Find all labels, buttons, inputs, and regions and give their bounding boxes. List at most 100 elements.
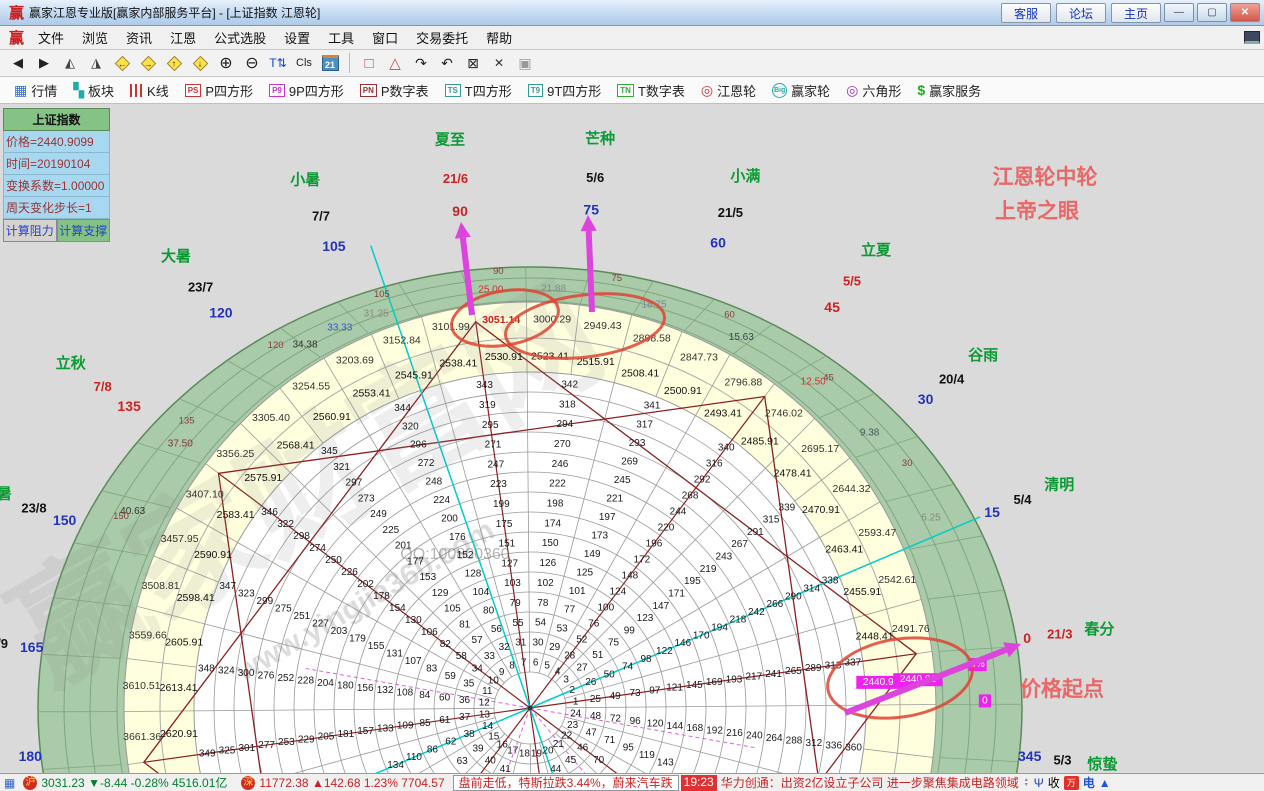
9p-square-label: 9P四方形 <box>289 81 344 100</box>
calendar-icon[interactable]: 21 <box>318 52 342 74</box>
center-cross-icon[interactable]: ✕ <box>487 52 511 74</box>
ticker-scroll-arrows[interactable]: ▴▾ <box>1025 778 1028 788</box>
maximize-button[interactable]: ▢ <box>1197 3 1227 22</box>
child-window-icon[interactable] <box>1244 31 1260 44</box>
pan-up-icon[interactable]: ↑ <box>162 52 186 74</box>
toolbar-item-t-square[interactable]: TST四方形 <box>439 79 518 102</box>
window-title: 赢家江恩专业版[赢家内部服务平台] - [上证指数 江恩轮] <box>29 4 996 21</box>
spiral-number: 274 <box>309 543 326 554</box>
pan-left-icon[interactable]: ← <box>110 52 134 74</box>
spiral-number: 50 <box>604 669 616 680</box>
pan-right-icon[interactable]: → <box>136 52 160 74</box>
spiral-number: 2 <box>570 685 576 696</box>
spiral-number: 301 <box>238 743 255 754</box>
next-icon[interactable]: ▶ <box>32 52 56 74</box>
step-row: 周天变化步长=1 <box>3 197 110 219</box>
toolbar-item-winner-wheel[interactable]: Big赢家轮 <box>766 79 836 102</box>
price-axis-icon[interactable]: T⇅ <box>266 52 290 74</box>
pan-down-icon[interactable]: ↓ <box>188 52 212 74</box>
spiral-number: 268 <box>682 491 699 502</box>
application-window: 赢 赢家江恩专业版[赢家内部服务平台] - [上证指数 江恩轮] 客服 论坛 主… <box>0 0 1264 791</box>
spiral-number: 51 <box>592 650 604 661</box>
spiral-number: 199 <box>493 499 510 510</box>
menu-item-1[interactable]: 浏览 <box>73 28 117 49</box>
menu-item-0[interactable]: 文件 <box>29 28 73 49</box>
menu-item-6[interactable]: 工具 <box>319 28 363 49</box>
zoom-out-icon[interactable]: ⊖ <box>240 52 264 74</box>
spiral-number: 316 <box>706 459 723 470</box>
degree-repeat: 30 <box>902 458 913 469</box>
degree-label: 90 <box>452 203 468 219</box>
spiral-number: 55 <box>512 618 524 629</box>
tray-ime-icon[interactable]: 电 <box>1083 774 1095 791</box>
date-label: 20/4 <box>939 372 965 387</box>
tray-red-icon[interactable]: 万 <box>1064 776 1079 790</box>
shenzhen-quote[interactable]: 11772.38 ▲142.68 1.23% 7704.57 <box>259 776 444 790</box>
menu-item-3[interactable]: 江恩 <box>161 28 205 49</box>
spiral-number: 204 <box>317 678 334 689</box>
toolbar-item-winner-service[interactable]: $赢家服务 <box>911 79 987 102</box>
spiral-number: 201 <box>395 541 412 552</box>
flip-up-icon[interactable]: ◭ <box>58 52 82 74</box>
menu-item-5[interactable]: 设置 <box>275 28 319 49</box>
title-bar[interactable]: 赢 赢家江恩专业版[赢家内部服务平台] - [上证指数 江恩轮] 客服 论坛 主… <box>0 0 1264 26</box>
spiral-number: 246 <box>552 459 569 470</box>
spiral-number: 39 <box>472 744 484 755</box>
spiral-number: 252 <box>277 673 294 684</box>
quote-grid-icon[interactable]: ▦ <box>4 776 15 790</box>
toolbar-item-9t-square[interactable]: T99T四方形 <box>522 79 608 102</box>
delete-box-icon[interactable]: ⊠ <box>461 52 485 74</box>
presentation-icon[interactable]: ▣ <box>513 52 537 74</box>
receive-label: 收 <box>1048 774 1060 791</box>
news-ticker-1[interactable]: 盘前走低，特斯拉跌3.44%，蔚来汽车跌 <box>453 775 679 791</box>
square-tool-icon[interactable]: □ <box>357 52 381 74</box>
toolbar-item-9p-square[interactable]: P99P四方形 <box>263 79 350 102</box>
menu-item-9[interactable]: 帮助 <box>477 28 521 49</box>
spiral-number: 148 <box>622 570 639 581</box>
spiral-number: 24 <box>570 709 582 720</box>
toolbar-item-t-number-table[interactable]: TNT数字表 <box>611 79 691 102</box>
forum-button[interactable]: 论坛 <box>1056 3 1106 23</box>
spiral-number: 157 <box>357 726 374 737</box>
flip-down-icon[interactable]: ◮ <box>84 52 108 74</box>
close-button[interactable]: ✕ <box>1230 3 1260 22</box>
menu-item-7[interactable]: 窗口 <box>363 28 407 49</box>
solar-term-label: 谷雨 <box>968 347 998 364</box>
homepage-button[interactable]: 主页 <box>1111 3 1161 23</box>
calc-resistance-button[interactable]: 计算阻力 <box>3 219 57 242</box>
rotate-cw-icon[interactable]: ↷ <box>409 52 433 74</box>
minimize-button[interactable]: — <box>1164 3 1194 22</box>
toolbar-item-gann-wheel[interactable]: ◎江恩轮 <box>695 79 762 102</box>
percent-value: 37.50 <box>168 439 193 450</box>
menu-item-4[interactable]: 公式选股 <box>205 28 275 49</box>
degree-label: 60 <box>710 235 726 251</box>
degree-box-value: 0 <box>982 695 988 706</box>
rotate-ccw-icon[interactable]: ↶ <box>435 52 459 74</box>
price-inner: 2463.41 <box>825 544 863 556</box>
gann-wheel[interactable]: 赢家财富网www.yingjia360.comQQ:10080036012345… <box>0 104 1264 773</box>
toolbar-item-hexagon[interactable]: ◎六角形 <box>840 79 907 102</box>
zoom-in-icon[interactable]: ⊕ <box>214 52 238 74</box>
customer-service-button[interactable]: 客服 <box>1001 3 1051 23</box>
prev-icon[interactable]: ◀ <box>6 52 30 74</box>
toolbar-item-sectors[interactable]: ▚板块 <box>67 79 120 102</box>
tray-arrow-icon[interactable]: ▲ <box>1099 776 1111 790</box>
solar-term-label: 大暑 <box>161 247 191 265</box>
menu-item-8[interactable]: 交易委托 <box>407 28 477 49</box>
spiral-number: 99 <box>624 625 636 636</box>
toolbar-item-p-square[interactable]: PSP四方形 <box>179 79 259 102</box>
shanghai-quote[interactable]: 3031.23 ▼-8.44 -0.28% 4516.01亿 <box>41 774 227 791</box>
toolbar-item-kline[interactable]: K线 <box>124 79 175 102</box>
spiral-number: 151 <box>499 539 516 550</box>
news-ticker-2[interactable]: 华力创通：出资2亿设立子公司 进一步聚焦集成电路领域 <box>721 774 1019 791</box>
toolbar-item-quotes[interactable]: ▦行情 <box>8 79 63 102</box>
spiral-number: 73 <box>629 688 641 699</box>
cls-icon[interactable]: Cls <box>292 52 316 74</box>
triangle-tool-icon[interactable]: △ <box>383 52 407 74</box>
calc-support-button[interactable]: 计算支撑 <box>57 219 111 242</box>
toolbar-item-p-number-table[interactable]: PNP数字表 <box>354 79 435 102</box>
spiral-number: 17 <box>507 746 519 757</box>
menu-item-2[interactable]: 资讯 <box>117 28 161 49</box>
spiral-number: 339 <box>779 502 796 513</box>
percent-value: 33.33 <box>327 322 352 333</box>
